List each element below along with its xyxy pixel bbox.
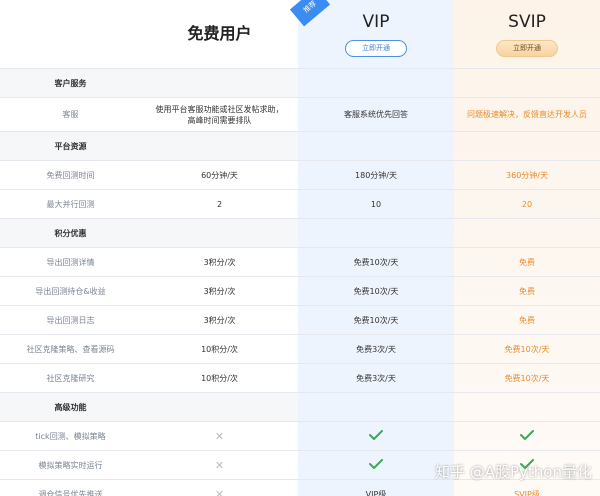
table-row: 导出回测日志 3积分/次 免费10次/天 免费	[0, 305, 600, 334]
free-plan-header: 免费用户	[141, 0, 298, 68]
table-row: 免费回测时间 60分钟/天 180分钟/天 360分钟/天	[0, 160, 600, 189]
vip-plan-value: 客服系统优先回答	[344, 110, 408, 119]
cross-icon: ✕	[214, 458, 225, 472]
feature-label: 社区克隆策略、查看源码	[26, 344, 115, 354]
check-icon	[369, 429, 383, 443]
feature-label: 社区克隆研究	[46, 373, 95, 383]
check-icon	[369, 458, 383, 472]
comparison-table: 客户服务客服 使用平台客服功能或社区发帖求助，高峰时间需要排队 客服系统优先回答 问题…	[0, 68, 600, 496]
section-header-row: 平台资源	[0, 131, 600, 160]
section-title: 积分优惠	[54, 228, 87, 238]
vip-plan-value	[298, 422, 454, 450]
vip-plan-value	[298, 451, 454, 479]
free-plan-value: 使用平台客服功能或社区发帖求助，高峰时间需要排队	[155, 104, 284, 125]
feature-label: 免费回测时间	[46, 170, 95, 180]
free-plan-value: 3积分/次	[203, 286, 236, 296]
watermark: 知乎 @A股Python量化	[434, 463, 592, 481]
svip-plan-title: SVIP	[508, 12, 546, 32]
feature-label: 导出回测日志	[46, 315, 95, 325]
feature-label: 最大并行回测	[46, 199, 95, 209]
free-plan-value: 3积分/次	[203, 257, 236, 267]
feature-label: tick回测、模拟策略	[35, 431, 106, 441]
table-row: 导出回测详情 3积分/次 免费10次/天 免费	[0, 247, 600, 276]
svip-plan-value: 免费	[519, 286, 535, 296]
free-plan-value: 60分钟/天	[201, 170, 238, 180]
vip-plan-value: 免费10次/天	[353, 315, 399, 325]
table-row: 客服 使用平台客服功能或社区发帖求助，高峰时间需要排队 客服系统优先回答 问题极速解决…	[0, 97, 600, 131]
vip-plan-value: 免费10次/天	[353, 257, 399, 267]
table-row: tick回测、模拟策略 ✕	[0, 421, 600, 450]
vip-plan-value: 免费3次/天	[356, 373, 396, 383]
section-header-row: 积分优惠	[0, 218, 600, 247]
section-header-row: 高级功能	[0, 392, 600, 421]
table-row: 导出回测持仓&收益 3积分/次 免费10次/天 免费	[0, 276, 600, 305]
svip-plan-value: 免费	[519, 315, 535, 325]
vip-subscribe-button[interactable]: 立即开通	[345, 40, 407, 57]
free-plan-value: ✕	[141, 451, 298, 479]
feature-label: 调仓信号优先推送	[38, 489, 103, 496]
table-row: 社区克隆研究 10积分/次 免费3次/天 免费10次/天	[0, 363, 600, 392]
free-plan-title: 免费用户	[187, 24, 252, 43]
vip-plan-value: VIP级	[365, 489, 387, 496]
vip-plan-value: 免费10次/天	[353, 286, 399, 296]
table-row: 社区克隆策略、查看源码 10积分/次 免费3次/天 免费10次/天	[0, 334, 600, 363]
free-plan-value: 3积分/次	[203, 315, 236, 325]
feature-label: 导出回测详情	[46, 257, 95, 267]
vip-plan-value: 180分钟/天	[355, 170, 397, 180]
vip-plan-value: 免费3次/天	[356, 344, 396, 354]
feature-label: 客服	[62, 110, 79, 119]
svip-plan-value: 20	[521, 199, 533, 209]
section-title: 平台资源	[54, 141, 87, 151]
section-title: 客户服务	[54, 78, 87, 88]
svip-plan-value: 免费	[519, 257, 535, 267]
feature-label: 模拟策略实时运行	[38, 460, 103, 470]
svip-plan-value	[454, 422, 600, 450]
free-plan-value: 2	[216, 199, 223, 209]
free-plan-value: ✕	[141, 422, 298, 450]
section-header-row: 客户服务	[0, 68, 600, 97]
cross-icon: ✕	[214, 487, 225, 496]
svip-plan-value: 360分钟/天	[506, 170, 548, 180]
svip-plan-value: 免费10次/天	[504, 344, 550, 354]
svip-plan-value: 免费10次/天	[504, 373, 550, 383]
svip-subscribe-button[interactable]: 立即开通	[496, 40, 558, 57]
vip-plan-value: 10	[370, 199, 382, 209]
svip-plan-value: SVIP级	[514, 489, 540, 496]
table-row: 最大并行回测 2 10 20	[0, 189, 600, 218]
cross-icon: ✕	[214, 429, 225, 443]
svip-plan-value: 问题极速解决，反馈直达开发人员	[467, 110, 587, 119]
free-plan-value: ✕	[141, 480, 298, 496]
free-plan-value: 10积分/次	[201, 373, 238, 383]
check-icon	[520, 429, 534, 443]
free-plan-value: 10积分/次	[201, 344, 238, 354]
section-title: 高级功能	[54, 402, 87, 412]
feature-label: 导出回测持仓&收益	[35, 286, 106, 296]
svip-plan-header: SVIP 立即开通	[454, 0, 600, 68]
